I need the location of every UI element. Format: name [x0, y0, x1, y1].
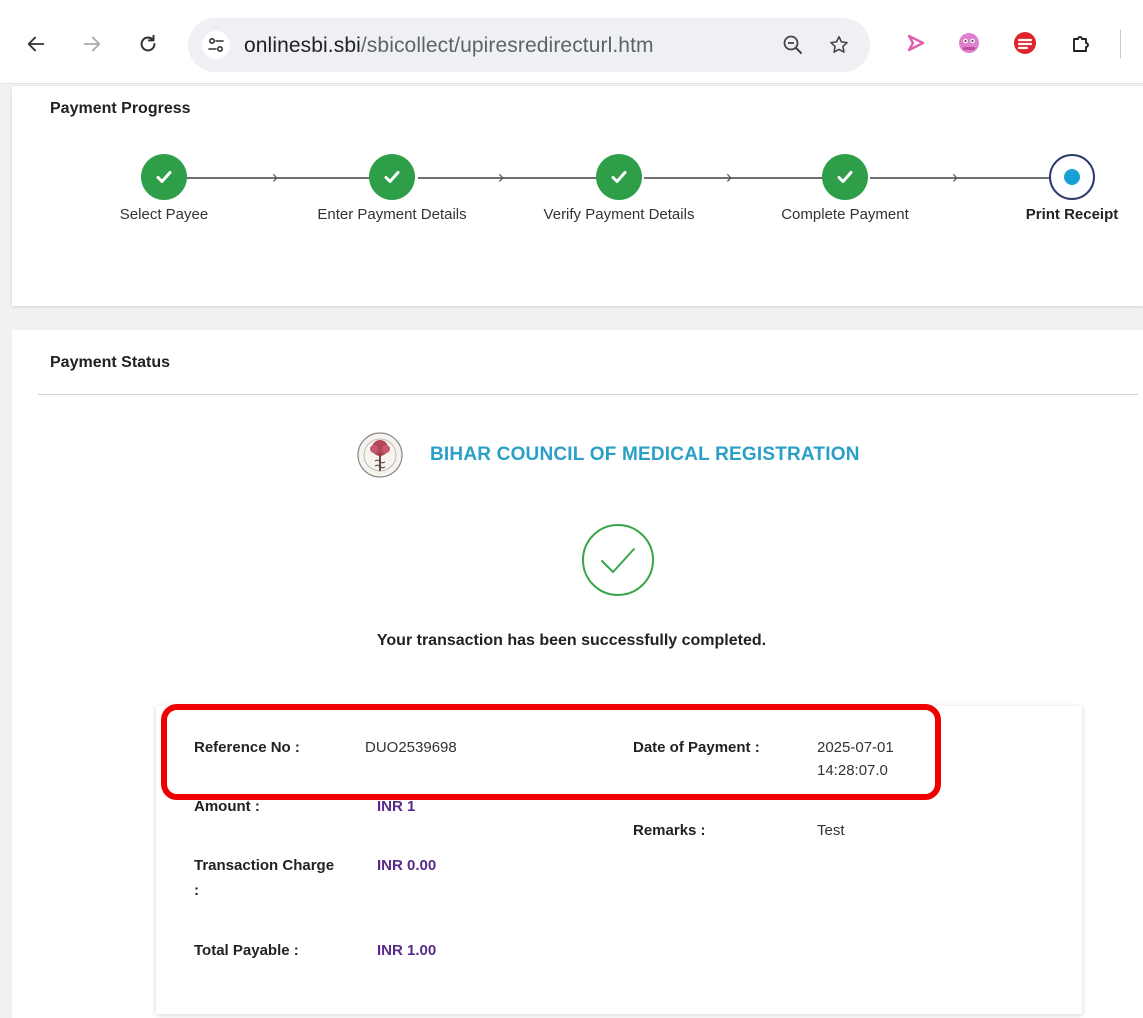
remarks-label: Remarks :: [633, 822, 706, 839]
url-path: /sbicollect/upiresredirecturl.htm: [360, 34, 654, 57]
step-label-print-receipt: Print Receipt: [1025, 206, 1119, 223]
step-label-select-payee: Select Payee: [119, 206, 209, 223]
total-payable-value: INR 1.00: [377, 942, 437, 959]
bookmark-star-icon[interactable]: [826, 32, 852, 58]
step-label-verify-payment-details: Verify Payment Details: [543, 206, 695, 223]
url-text: onlinesbi.sbi/sbicollect/upiresredirectu…: [244, 34, 654, 58]
browser-toolbar: onlinesbi.sbi/sbicollect/upiresredirectu…: [0, 0, 1143, 84]
step-complete-check-icon: [369, 154, 415, 200]
organization-header: BIHAR COUNCIL OF MEDICAL REGISTRATION: [344, 430, 860, 480]
success-message: Your transaction has been successfully c…: [376, 632, 767, 649]
success-check-icon: [582, 524, 654, 596]
extension-play-icon[interactable]: [902, 29, 930, 57]
step-label-enter-payment-details: Enter Payment Details: [317, 206, 467, 223]
extension-red-icon[interactable]: [1011, 29, 1039, 57]
payment-status-title: Payment Status: [50, 354, 171, 371]
step-complete-check-icon: [596, 154, 642, 200]
step-label-complete-payment: Complete Payment: [781, 206, 909, 223]
site-settings-icon[interactable]: [202, 31, 230, 59]
step-arrow-icon: ›: [726, 167, 732, 187]
step-complete-check-icon: [141, 154, 187, 200]
total-payable-label: Total Payable :: [194, 942, 299, 959]
date-of-payment-time: 14:28:07.0: [817, 762, 888, 779]
extension-mascot-icon[interactable]: [955, 29, 983, 57]
transaction-charge-value: INR 0.00: [377, 857, 437, 874]
back-icon[interactable]: [22, 30, 50, 58]
extensions-puzzle-icon[interactable]: [1068, 29, 1096, 57]
organization-name: BIHAR COUNCIL OF MEDICAL REGISTRATION: [430, 444, 860, 465]
step-arrow-icon: ›: [952, 167, 958, 187]
reload-icon[interactable]: [134, 30, 162, 58]
address-bar[interactable]: onlinesbi.sbi/sbicollect/upiresredirectu…: [188, 18, 870, 72]
step-arrow-icon: ›: [498, 167, 504, 187]
toolbar-divider: [1120, 30, 1121, 58]
zoom-icon[interactable]: [780, 32, 806, 58]
amount-label: Amount :: [194, 798, 260, 815]
remarks-value: Test: [817, 822, 845, 839]
forward-icon[interactable]: [78, 30, 106, 58]
step-complete-check-icon: [822, 154, 868, 200]
step-current-dot-icon: [1049, 154, 1095, 200]
transaction-charge-label: Transaction Charge: [194, 857, 335, 874]
reference-number-label: Reference No :: [194, 739, 300, 756]
date-of-payment-label: Date of Payment :: [633, 739, 760, 756]
date-of-payment-date: 2025-07-01: [817, 739, 894, 756]
transaction-charge-label-colon: :: [194, 882, 199, 899]
reference-number-value: DUO2539698: [365, 739, 457, 756]
payment-progress-title: Payment Progress: [50, 100, 191, 117]
council-seal-logo: [357, 432, 403, 478]
payment-progress-card: [12, 86, 1143, 306]
section-divider: [38, 394, 1138, 395]
step-arrow-icon: ›: [272, 167, 278, 187]
amount-value: INR 1: [377, 798, 416, 815]
url-host: onlinesbi.sbi: [244, 34, 361, 57]
